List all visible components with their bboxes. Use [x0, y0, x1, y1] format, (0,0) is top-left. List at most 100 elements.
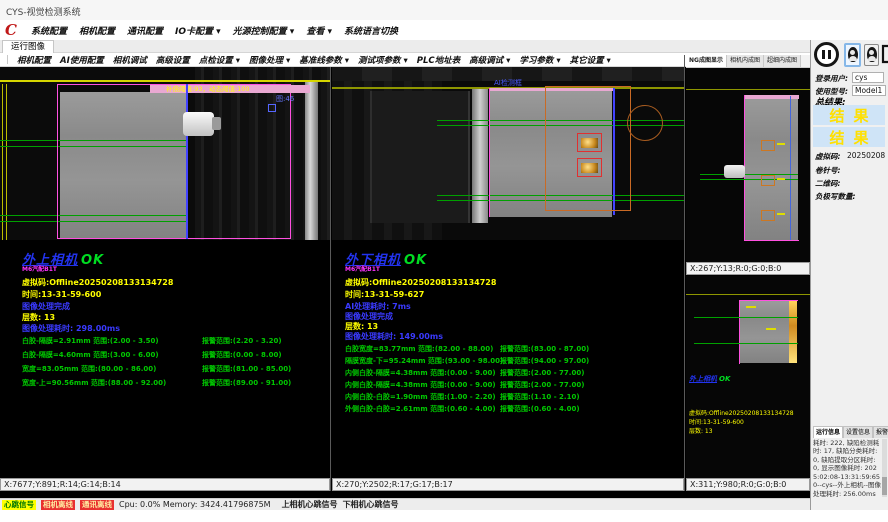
- ng-tab-camera-image[interactable]: 相机内成图: [727, 55, 764, 67]
- alarm-range-text: 报警范围:(2.00 - 77.00): [500, 380, 584, 390]
- exit-door-icon: [881, 44, 888, 64]
- toolbar-plc-address-table[interactable]: PLC地址表: [417, 54, 460, 66]
- toolbar-test-params[interactable]: 测试项参数 ▾: [358, 54, 408, 66]
- ng-camera-title: 外上相机OK: [689, 374, 730, 384]
- time-line: 时间:13-31-59-600: [22, 289, 101, 300]
- log-scrollbar[interactable]: [882, 439, 887, 497]
- measurement-row: 宽度-上=90.56mm 范围:(88.00 - 92.00) 报警范围:(89…: [22, 378, 166, 388]
- layers-line: 层数: 13: [689, 426, 713, 435]
- info-tab-alarm[interactable]: 报警信息: [873, 426, 888, 438]
- menu-item-language-switch[interactable]: 系统语言切换: [344, 24, 398, 37]
- toolbar-baseline-params[interactable]: 基准线参数 ▾: [299, 54, 349, 66]
- toolbar-spotcheck-settings[interactable]: 点检设置 ▾: [199, 54, 240, 66]
- measurement-text: 白胶-隔膜=4.60mm 范围:(3.00 - 6.00): [22, 351, 159, 359]
- info-tab-run[interactable]: 运行信息: [813, 426, 843, 438]
- defect-blob: [581, 138, 598, 148]
- menu-item-camera-config[interactable]: 相机配置: [79, 24, 115, 37]
- measurement-row: 内侧白胶-隔膜=4.38mm 范围:(0.00 - 9.00) 报警范围:(2.…: [345, 380, 496, 390]
- overlay-magenta-line: [739, 300, 740, 364]
- defect-blob: [581, 163, 598, 173]
- measurement-row: 白胶-隔膜=4.60mm 范围:(3.00 - 6.00) 报警范围:(0.00…: [22, 350, 159, 360]
- main-tab-row: 运行图像: [0, 40, 810, 53]
- time-line: 时间:13-31-59-600: [689, 417, 744, 426]
- toolbar-advanced-settings[interactable]: 高级设置: [156, 54, 190, 66]
- needle-number-label: 卷针号:: [815, 165, 841, 176]
- toolbar-other-settings[interactable]: 其它设置 ▾: [570, 54, 611, 66]
- bright-edge: [789, 301, 797, 363]
- overlay-yellow-line: [6, 84, 7, 240]
- measurement-row: 白胶-隔膜=2.91mm 范围:(2.00 - 3.50) 报警范围:(2.20…: [22, 336, 159, 346]
- info-tab-settings[interactable]: 设置信息: [843, 426, 873, 438]
- toolbar-learning-params[interactable]: 学习参数 ▾: [519, 54, 560, 66]
- threshold-label-strip: 补偿阈值:93，动态阈值:100: [150, 85, 310, 93]
- overlay-magenta-roi: [57, 84, 291, 239]
- overlay-magenta-line: [489, 88, 490, 217]
- run-log-text[interactable]: 耗时: 222, 缺陷检测耗时: 17, 缺陷分类耗时: 0, 缺陷提取分区耗时…: [813, 439, 882, 497]
- ng-bottom-coords-strip: X:311;Y:980;R:0;G:0;B:0: [686, 478, 810, 491]
- ng-top-coords-strip: X:267;Y:13;R:0;G:0;B:0: [686, 262, 810, 275]
- overlay-yellow-line: [2, 84, 3, 240]
- measurement-text: 白胶-隔膜=2.91mm 范围:(2.00 - 3.50): [22, 337, 159, 345]
- measurement-row: 白胶宽度=83.77mm 范围:(82.00 - 88.00) 报警范围:(83…: [345, 344, 493, 354]
- overlay-green-line: [694, 317, 798, 318]
- ng-tab-display[interactable]: NG成图显示: [686, 55, 727, 67]
- middle-camera-image-view[interactable]: AI检测框: [332, 67, 684, 240]
- app-logo-icon: C: [5, 21, 17, 39]
- overlay-green-line: [700, 174, 798, 175]
- menu-item-system-config[interactable]: 系统配置: [31, 24, 67, 37]
- model-tag: M6汽配B1T: [345, 264, 380, 273]
- ng-top-image-view[interactable]: [686, 68, 810, 262]
- ng-tab-fine-image[interactable]: 超细内成图: [764, 55, 801, 67]
- user-switch-button[interactable]: [864, 44, 879, 66]
- barcode-line: 虚拟码:Offline20250208133134728: [345, 277, 496, 288]
- ng-bottom-image-view[interactable]: 外上相机OK 虚拟码:Offline20250208133134728 时间:1…: [686, 276, 810, 478]
- toolbar-camera-config[interactable]: 相机配置: [17, 54, 51, 66]
- menu-item-view[interactable]: 查看 ▾: [306, 24, 332, 37]
- exit-button[interactable]: [881, 44, 888, 66]
- fixture-block: [370, 91, 470, 223]
- user-login-button[interactable]: [844, 43, 861, 67]
- overlay-green-line: [694, 343, 798, 344]
- result-box-bottom: 结果: [813, 127, 885, 147]
- toolbar-image-processing[interactable]: 图像处理 ▾: [249, 54, 290, 66]
- left-camera-image-view[interactable]: 补偿阈值:93，动态阈值:100 图:46: [0, 67, 330, 240]
- measurement-text: 宽度-上=90.56mm 范围:(88.00 - 92.00): [22, 379, 166, 387]
- pause-button[interactable]: [814, 42, 839, 67]
- toolbar-advanced-debug[interactable]: 高级调试 ▾: [469, 54, 510, 66]
- cpu-memory-text: Cpu: 0.0% Memory: 3424.41796875M: [119, 500, 271, 509]
- ai-mark-box: [761, 210, 775, 221]
- log-scrollbar-thumb[interactable]: [882, 477, 887, 495]
- elapsed-line: 图像处理耗时: 298.00ms: [22, 323, 120, 334]
- model-select[interactable]: Model1: [852, 85, 886, 96]
- control-panel: 登录用户: cys 使用型号: Model1 总结果: 结果 结果 虚拟码: 2…: [810, 40, 888, 510]
- overlay-yellow-tick: [777, 213, 785, 215]
- status-ok: OK: [404, 253, 427, 268]
- threshold-label: 补偿阈值:93，动态阈值:100: [166, 85, 250, 93]
- measurement-text: 内侧白胶-隔膜=4.38mm 范围:(0.00 - 9.00): [345, 381, 496, 389]
- menu-item-io-config[interactable]: IO卡配置 ▾: [175, 24, 221, 37]
- overlay-magenta-line: [744, 240, 799, 241]
- alarm-range-text: 报警范围:(94.00 - 97.00): [500, 356, 589, 366]
- overlay-yellow-tick: [746, 306, 756, 308]
- menu-item-light-config[interactable]: 光源控制配置 ▾: [233, 24, 295, 37]
- toolbar-camera-debug[interactable]: 相机调试: [113, 54, 147, 66]
- toolbar-ai-usage-config[interactable]: AI使用配置: [60, 54, 104, 66]
- pause-icon: [822, 50, 825, 59]
- user-icon: [848, 47, 858, 62]
- elapsed-line: 图像处理耗时: 149.00ms: [345, 331, 443, 342]
- alarm-range-text: 报警范围:(2.20 - 3.20): [202, 336, 282, 346]
- barcode-label: 虚拟码:: [815, 151, 841, 162]
- measurement-row: 内侧白胶-白胶=1.90mm 范围:(1.00 - 2.20) 报警范围:(1.…: [345, 392, 496, 402]
- alarm-range-text: 报警范围:(0.00 - 8.00): [202, 350, 282, 360]
- overlay-yellow-tick: [777, 143, 785, 145]
- process-done-line: 图像处理完成: [22, 301, 70, 312]
- toolbar: 相机配置 AI使用配置 相机调试 高级设置 点检设置 ▾ 图像处理 ▾ 基准线参…: [0, 53, 686, 67]
- left-panel-coords-strip: X:7677;Y:891;R:14;G:14;B:14: [0, 478, 330, 491]
- measurement-text: 白胶宽度=83.77mm 范围:(82.00 - 88.00): [345, 345, 493, 353]
- menu-bar: C 系统配置 相机配置 通讯配置 IO卡配置 ▾ 光源控制配置 ▾ 查看 ▾ 系…: [0, 20, 888, 40]
- middle-panel-coords-strip: X:270;Y:2502;R:17;G:17;B:17: [332, 478, 684, 491]
- tab-run-image[interactable]: 运行图像: [2, 40, 54, 53]
- alarm-range-text: 报警范围:(0.60 - 4.00): [500, 404, 580, 414]
- menu-item-comm-config[interactable]: 通讯配置: [127, 24, 163, 37]
- ai-mark-box: [761, 140, 775, 151]
